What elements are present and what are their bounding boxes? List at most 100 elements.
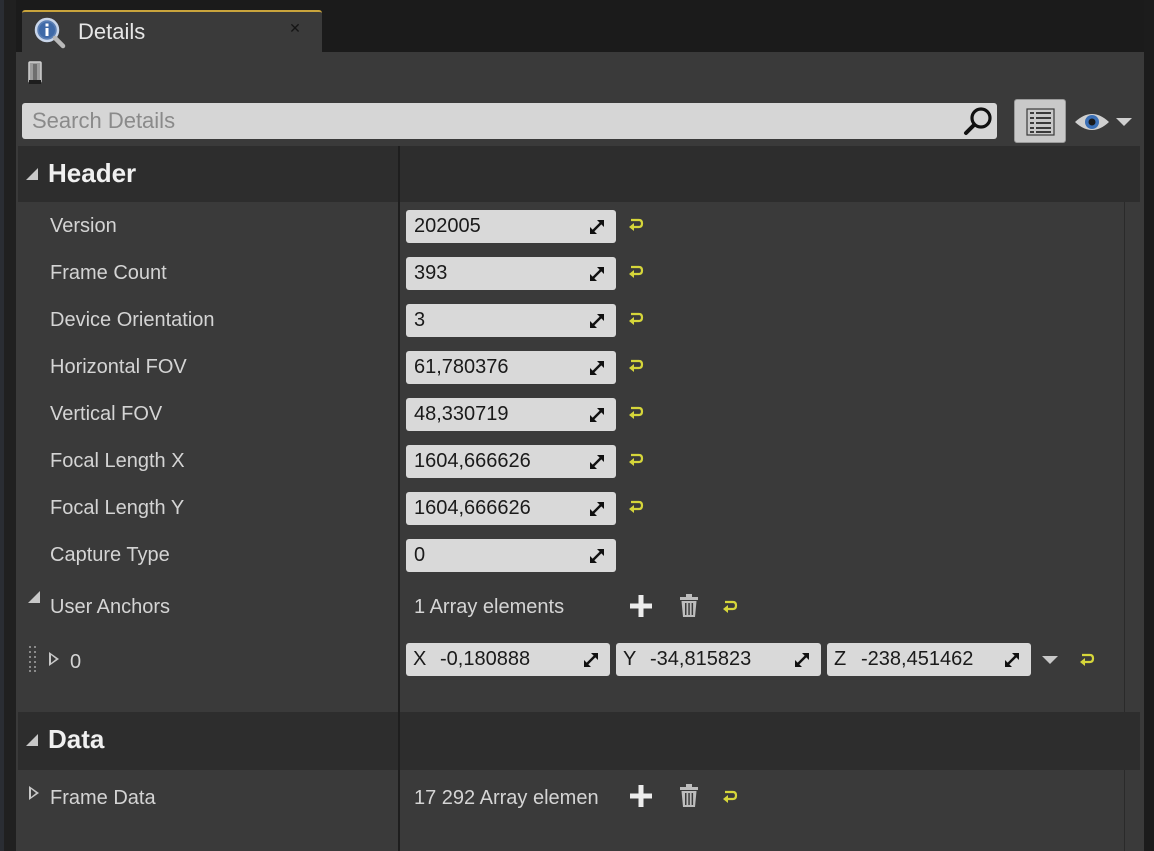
reset-to-default-icon[interactable] xyxy=(628,311,644,327)
collapse-arrow-icon xyxy=(26,734,38,746)
drag-value-icon[interactable] xyxy=(582,651,600,669)
plus-icon[interactable] xyxy=(629,784,653,808)
reset-to-default-icon[interactable] xyxy=(628,405,644,421)
drag-value-icon[interactable] xyxy=(588,453,606,471)
field-value: 3 xyxy=(414,309,426,331)
category-header[interactable]: Header xyxy=(18,146,1140,202)
field-value: -0,180888 xyxy=(440,648,531,670)
trash-icon[interactable] xyxy=(678,784,700,808)
reset-to-default-icon[interactable] xyxy=(628,264,644,280)
drag-value-icon[interactable] xyxy=(793,651,811,669)
field-value: 393 xyxy=(414,262,448,284)
reset-to-default-icon[interactable] xyxy=(628,358,644,374)
expand-arrow-icon[interactable] xyxy=(29,786,39,800)
view-options-button[interactable] xyxy=(1014,99,1066,143)
property-label: User Anchors xyxy=(50,596,171,618)
focal-length-y-field[interactable]: 1604,666626 xyxy=(406,492,616,525)
reset-to-default-icon[interactable] xyxy=(722,789,738,805)
drag-handle-icon[interactable] xyxy=(28,645,38,673)
view-options-icon xyxy=(1026,108,1055,136)
property-label: Focal Length X xyxy=(50,450,185,472)
eye-icon xyxy=(1075,114,1132,130)
chevron-down-icon[interactable] xyxy=(1042,656,1058,664)
property-row-frame-count: Frame Count 393 xyxy=(18,250,1124,297)
property-label: Vertical FOV xyxy=(50,403,163,425)
field-value: 1604,666626 xyxy=(414,450,531,472)
drag-value-icon[interactable] xyxy=(588,406,606,424)
trash-icon[interactable] xyxy=(678,594,700,618)
property-label: Frame Count xyxy=(50,262,167,284)
vector-z-field[interactable]: Z -238,451462 xyxy=(827,643,1031,676)
lock-icon[interactable] xyxy=(24,58,46,86)
device-orientation-field[interactable]: 3 xyxy=(406,304,616,337)
axis-label: Z xyxy=(834,648,847,670)
expand-arrow-icon[interactable] xyxy=(49,652,59,666)
visibility-filter-button[interactable] xyxy=(1072,107,1136,137)
focal-length-x-field[interactable]: 1604,666626 xyxy=(406,445,616,478)
property-row-user-anchors: User Anchors 1 Array elements xyxy=(18,583,1124,630)
plus-icon[interactable] xyxy=(629,594,653,618)
search-box xyxy=(22,103,997,139)
field-value: 0 xyxy=(414,544,426,566)
reset-to-default-icon[interactable] xyxy=(722,599,738,615)
field-value: 202005 xyxy=(414,215,481,237)
axis-label: X xyxy=(413,648,427,670)
field-value: 1604,666626 xyxy=(414,497,531,519)
reset-to-default-icon[interactable] xyxy=(628,452,644,468)
frame-count-field[interactable]: 393 xyxy=(406,257,616,290)
drag-value-icon[interactable] xyxy=(588,500,606,518)
vector-x-field[interactable]: X -0,180888 xyxy=(406,643,610,676)
property-list: Header Version 202005 Frame Count 393 De… xyxy=(18,146,1140,851)
array-count: 1 Array elements xyxy=(414,596,565,618)
collapse-arrow-icon xyxy=(26,168,38,180)
category-label: Header xyxy=(48,158,137,188)
details-panel: Header Version 202005 Frame Count 393 De… xyxy=(16,52,1144,851)
close-icon[interactable]: ✕ xyxy=(288,21,302,35)
tab-title: Details xyxy=(78,19,146,44)
reset-to-default-icon[interactable] xyxy=(1079,652,1095,668)
column-divider xyxy=(398,146,400,202)
window-edge xyxy=(0,0,16,851)
property-row-focal-length-y: Focal Length Y 1604,666626 xyxy=(18,485,1124,532)
property-row-version: Version 202005 xyxy=(18,203,1124,250)
capture-type-field[interactable]: 0 xyxy=(406,539,616,572)
property-label: Focal Length Y xyxy=(50,497,185,519)
details-magnifier-icon xyxy=(34,17,66,49)
property-row-focal-length-x: Focal Length X 1604,666626 xyxy=(18,438,1124,485)
field-value: 48,330719 xyxy=(414,403,509,425)
property-row-frame-data: Frame Data 17 292 Array elemen xyxy=(18,773,1124,820)
field-value: -34,815823 xyxy=(650,648,752,670)
drag-value-icon[interactable] xyxy=(1003,651,1021,669)
drag-value-icon[interactable] xyxy=(588,218,606,236)
array-element-row: 0 X -0,180888 Y -34,815823 Z -238,451462 xyxy=(18,637,1124,683)
drag-value-icon[interactable] xyxy=(588,359,606,377)
field-value: -238,451462 xyxy=(861,648,974,670)
reset-to-default-icon[interactable] xyxy=(628,217,644,233)
search-input[interactable] xyxy=(32,106,932,136)
property-row-device-orientation: Device Orientation 3 xyxy=(18,297,1124,344)
search-icon[interactable] xyxy=(962,106,994,136)
property-label: Capture Type xyxy=(50,544,170,566)
array-index: 0 xyxy=(70,651,82,673)
property-label: Device Orientation xyxy=(50,309,215,331)
tab-bar: Details ✕ xyxy=(16,0,1144,52)
property-label: Frame Data xyxy=(50,787,156,809)
vector-y-field[interactable]: Y -34,815823 xyxy=(616,643,821,676)
expand-arrow-icon[interactable] xyxy=(28,591,40,603)
tab-details[interactable]: Details ✕ xyxy=(22,10,322,52)
category-data[interactable]: Data xyxy=(18,712,1140,770)
property-row-capture-type: Capture Type 0 xyxy=(18,532,1124,579)
property-row-vertical-fov: Vertical FOV 48,330719 xyxy=(18,391,1124,438)
property-row-horizontal-fov: Horizontal FOV 61,780376 xyxy=(18,344,1124,391)
property-label: Version xyxy=(50,215,117,237)
drag-value-icon[interactable] xyxy=(588,265,606,283)
version-field[interactable]: 202005 xyxy=(406,210,616,243)
horizontal-fov-field[interactable]: 61,780376 xyxy=(406,351,616,384)
vertical-fov-field[interactable]: 48,330719 xyxy=(406,398,616,431)
category-label: Data xyxy=(48,724,105,754)
drag-value-icon[interactable] xyxy=(588,312,606,330)
axis-label: Y xyxy=(623,648,637,670)
reset-to-default-icon[interactable] xyxy=(628,499,644,515)
field-value: 61,780376 xyxy=(414,356,509,378)
drag-value-icon[interactable] xyxy=(588,547,606,565)
